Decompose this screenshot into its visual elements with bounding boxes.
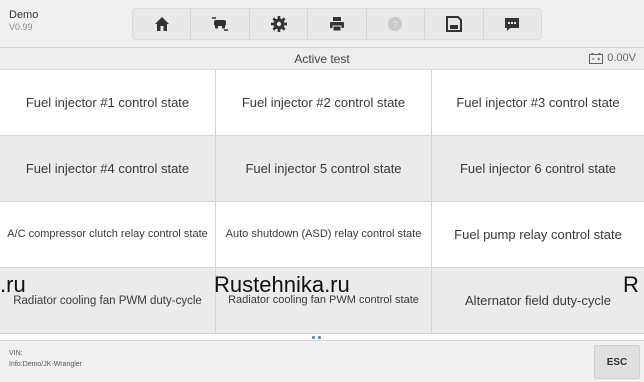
- esc-button[interactable]: ESC: [594, 345, 640, 379]
- footer: VIN: Info:Demo/JK-Wrangler: [0, 340, 644, 382]
- svg-text:?: ?: [393, 20, 399, 31]
- vin-label: VIN:: [9, 350, 23, 357]
- test-grid: Fuel injector #1 control state Fuel inje…: [0, 70, 644, 334]
- test-item[interactable]: Fuel injector 5 control state: [216, 136, 432, 202]
- test-item[interactable]: Auto shutdown (ASD) relay control state: [216, 202, 432, 268]
- print-button[interactable]: [308, 9, 367, 39]
- brand-name: Demo: [9, 9, 39, 21]
- vehicle-swap-button[interactable]: [191, 9, 250, 39]
- test-item[interactable]: Fuel injector #3 control state: [432, 70, 644, 136]
- test-item[interactable]: Fuel injector #1 control state: [0, 70, 216, 136]
- page-dot: [318, 336, 321, 339]
- brand-version: V0.99: [9, 21, 33, 32]
- printer-icon: [329, 17, 344, 32]
- help-button[interactable]: ?: [367, 9, 426, 39]
- battery-status: 0.00V: [589, 52, 636, 64]
- battery-voltage: 0.00V: [607, 52, 636, 64]
- vehicle-swap-icon: [212, 17, 229, 31]
- page-indicator: [312, 336, 321, 339]
- test-item[interactable]: Fuel injector #2 control state: [216, 70, 432, 136]
- test-item[interactable]: Radiator cooling fan PWM duty-cycle: [0, 268, 216, 334]
- save-icon: [445, 16, 462, 32]
- test-item[interactable]: Radiator cooling fan PWM control state: [216, 268, 432, 334]
- test-item[interactable]: Alternator field duty-cycle: [432, 268, 644, 334]
- page-dot: [312, 336, 315, 339]
- brand: Demo V0.99: [9, 9, 38, 32]
- save-button[interactable]: [425, 9, 484, 39]
- test-item[interactable]: Fuel injector #4 control state: [0, 136, 216, 202]
- settings-button[interactable]: [250, 9, 309, 39]
- home-button[interactable]: [133, 9, 192, 39]
- help-icon: ?: [388, 17, 403, 31]
- toolbar: ?: [132, 8, 542, 40]
- battery-icon: [589, 52, 604, 64]
- home-icon: [154, 17, 169, 31]
- message-button[interactable]: [484, 9, 541, 39]
- test-item[interactable]: Fuel pump relay control state: [432, 202, 644, 268]
- test-item[interactable]: Fuel injector 6 control state: [432, 136, 644, 202]
- gear-icon: [270, 16, 287, 32]
- message-icon: [505, 18, 520, 31]
- vehicle-info: Info:Demo/JK-Wrangler: [9, 361, 83, 368]
- test-item[interactable]: A/C compressor clutch relay control stat…: [0, 202, 216, 268]
- title-bar: Active test 0.00V: [0, 48, 644, 70]
- top-bar: Demo V0.99 ?: [0, 0, 644, 48]
- page-title: Active test: [294, 52, 350, 66]
